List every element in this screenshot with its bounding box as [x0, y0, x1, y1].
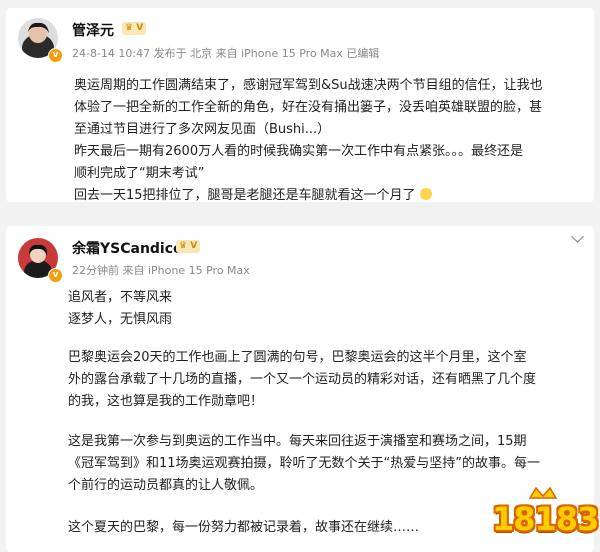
post-text-line: 体验了一把全新的工作全新的角色，好在没有捅出篓子，没丢咱英雄联盟的脸，甚	[74, 100, 543, 115]
post-meta: 24-8-14 10:47 发布于 北京 来自 iPhone 15 Pro Ma…	[72, 47, 380, 60]
post-text-line: 回去一天15把排位了，腿哥是老腿还是车腿就看这一个月了	[74, 184, 432, 203]
post-text-line: 外的露台承载了十几场的直播，一个又一个运动员的精彩对话，还有晒黑了几个度	[68, 372, 537, 387]
verified-badge-icon: v	[48, 48, 63, 63]
post-text-line: 昨天最后一期有2600万人看的时候我确实第一次工作中有点紧张。。。最终还是	[74, 144, 524, 159]
post-text-line: 至通过节目进行了多次网友见面（Bushi...）	[74, 122, 331, 137]
chevron-down-icon[interactable]	[571, 230, 584, 243]
vip-crown-icon: ♛ V	[122, 22, 147, 35]
username[interactable]: 管泽元	[72, 20, 114, 40]
post-text-line: 巴黎奥运会20天的工作也画上了圆满的句号，巴黎奥运会的这半个月里，这个室	[68, 350, 527, 365]
post-card: v 管泽元 ♛ V 24-8-14 10:47 发布于 北京 来自 iPhone…	[6, 8, 594, 203]
post-text-line: 奥运周期的工作圆满结束了，感谢冠军驾到&Su战速决两个节目组的信任，让我也	[74, 78, 543, 93]
post-text-line: 这是我第一次参与到奥运的工作当中。每天来回往返于演播室和赛场之间，15期	[68, 434, 527, 449]
username[interactable]: 余霜YSCandice	[72, 238, 183, 258]
post-meta: 22分钟前 来自 iPhone 15 Pro Max	[72, 264, 250, 277]
post-text-line: 追风者，不等风来	[68, 290, 173, 305]
logo-text: 18183	[492, 500, 599, 538]
verified-badge-icon: v	[48, 268, 63, 283]
post-text-line: 逐梦人，无惧风雨	[68, 312, 173, 327]
post-text-line: 的我，这也算是我的工作勋章吧！	[68, 394, 264, 409]
post-text-line: 《冠军驾到》和11场奥运观赛拍摄，聆听了无数个关于“热爱与坚持”的故事。每一	[68, 456, 541, 471]
post-text-line: 这个夏天的巴黎，每一份努力都被记录着，故事还在继续……	[68, 520, 420, 535]
site-logo: 18183	[492, 486, 599, 546]
vip-crown-icon: ♛ V	[176, 240, 201, 253]
post-text-line: 顺利完成了“期末考试”	[74, 166, 205, 181]
post-text: 回去一天15把排位了，腿哥是老腿还是车腿就看这一个月了	[74, 188, 416, 203]
post-text-line: 个前行的运动员都真的让人敬佩。	[68, 478, 264, 493]
emoji-icon	[419, 188, 432, 200]
